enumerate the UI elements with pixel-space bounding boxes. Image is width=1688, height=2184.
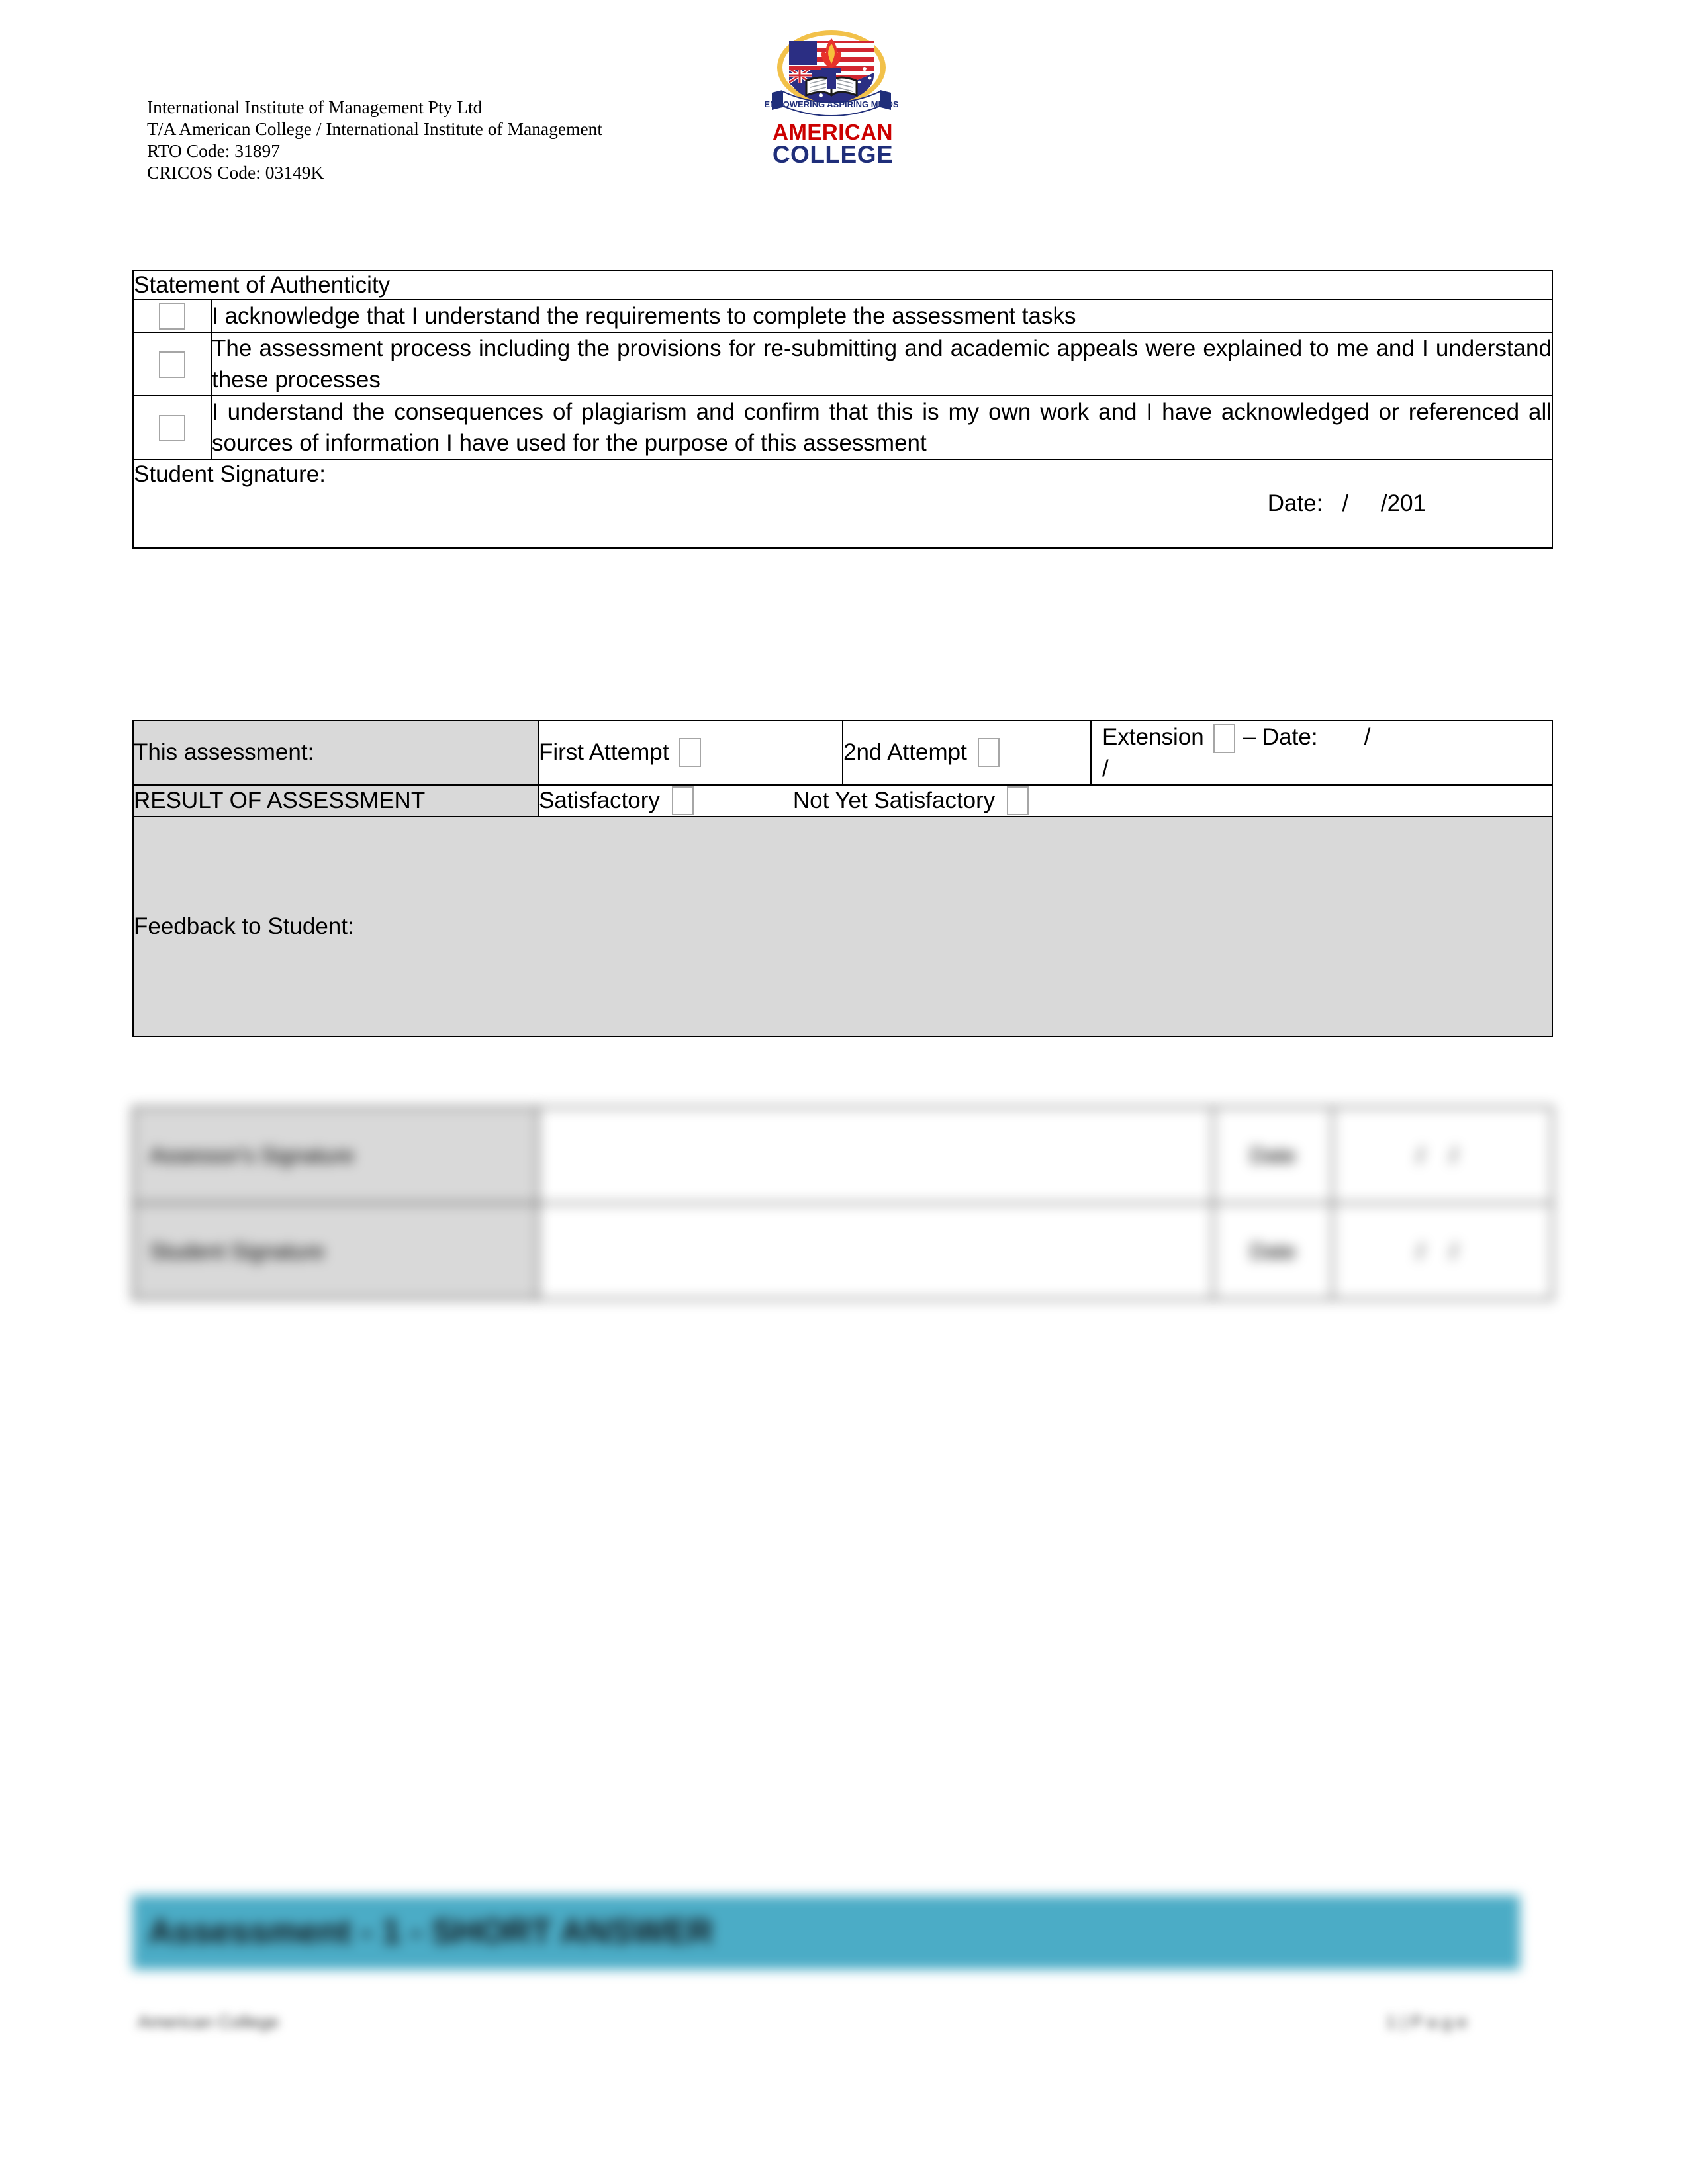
logo-word-american: AMERICAN <box>773 120 893 144</box>
table-row: I acknowledge that I understand the requ… <box>132 299 1553 333</box>
student-date-label: Date <box>1213 1203 1333 1300</box>
assessment-section-banner: Assessment - 1 - SHORT ANSWER <box>132 1895 1520 1970</box>
assessor-date-label: Date <box>1213 1107 1333 1204</box>
statement-checkbox-cell-3[interactable] <box>132 395 212 460</box>
satisfactory-label: Satisfactory <box>539 787 660 813</box>
checkbox-plagiarism-own-work[interactable] <box>159 414 185 441</box>
table-row: Assessor's Signature Date / / <box>132 1107 1553 1204</box>
second-attempt-label: 2nd Attempt <box>843 739 967 766</box>
logo-word-college: COLLEGE <box>772 141 894 168</box>
page-footer: American College 1 | P a g e <box>132 2012 1553 2052</box>
checkbox-acknowledge-requirements[interactable] <box>159 303 185 330</box>
table-row-attempt: This assessment: First Attempt 2nd Attem… <box>132 720 1553 786</box>
cricos-code-line: CRICOS Code: 03149K <box>147 162 324 183</box>
table-row: Student Signature Date / / <box>132 1203 1553 1300</box>
assessor-signature-value[interactable] <box>538 1107 1214 1204</box>
table-row: I understand the consequences of plagiar… <box>132 395 1553 460</box>
assessment-section-title: Assessment - 1 - SHORT ANSWER <box>148 1913 714 1951</box>
checkbox-satisfactory[interactable] <box>671 786 694 815</box>
checkbox-first-attempt[interactable] <box>679 738 702 768</box>
result-of-assessment-table: This assessment: First Attempt 2nd Attem… <box>132 720 1553 1037</box>
result-of-assessment-label: RESULT OF ASSESSMENT <box>132 784 539 817</box>
checkbox-assessment-process-explained[interactable] <box>159 351 185 378</box>
trading-name-line: T/A American College / International Ins… <box>147 118 603 139</box>
table-row-feedback: Feedback to Student: <box>132 815 1553 1037</box>
statement-of-authenticity-table: Statement of Authenticity I acknowledge … <box>132 270 1553 549</box>
satisfactory-option[interactable]: Satisfactory <box>539 786 694 816</box>
first-attempt-cell[interactable]: First Attempt <box>538 720 843 786</box>
table-row-signature: Student Signature: Date: / /201 <box>132 459 1553 549</box>
student-signature-label: Student Signature: <box>134 461 326 487</box>
extension-date-label: – Date: <box>1243 724 1318 750</box>
institution-name-line: International Institute of Management Pt… <box>147 97 483 117</box>
not-yet-satisfactory-label: Not Yet Satisfactory <box>792 787 996 813</box>
feedback-to-student-label: Feedback to Student: <box>134 913 354 939</box>
student-signature-cell[interactable]: Student Signature: Date: / /201 <box>132 459 1553 549</box>
checkbox-second-attempt[interactable] <box>977 738 1000 768</box>
signature-rows-blurred: Assessor's Signature Date / / Student Si… <box>132 1107 1553 1300</box>
result-options-cell[interactable]: Satisfactory Not Yet Satisfactory <box>538 784 1553 817</box>
table-row-result: RESULT OF ASSESSMENT Satisfactory Not Ye… <box>132 784 1553 817</box>
table-row: The assessment process including the pro… <box>132 332 1553 396</box>
table-row-title: Statement of Authenticity <box>132 270 1553 300</box>
college-crest-icon: EMPOWERING ASPIRING MINDS <box>765 30 898 116</box>
student-date-value[interactable]: / / <box>1332 1203 1553 1300</box>
extension-date-value2[interactable]: / <box>1102 756 1109 782</box>
extension-label: Extension <box>1102 724 1204 750</box>
checkbox-not-yet-satisfactory[interactable] <box>1007 786 1029 815</box>
institution-details: International Institute of Management Pt… <box>147 96 602 183</box>
feedback-to-student-cell[interactable]: Feedback to Student: <box>132 815 1553 1037</box>
rto-code-line: RTO Code: 31897 <box>147 140 281 161</box>
statement-text-3: I understand the consequences of plagiar… <box>211 395 1553 460</box>
statement-title: Statement of Authenticity <box>132 270 1553 300</box>
signature-date-label: Date: <box>1267 490 1323 516</box>
signature-rows-table: Assessor's Signature Date / / Student Si… <box>132 1107 1553 1300</box>
checkbox-extension[interactable] <box>1213 723 1235 753</box>
extension-date-value[interactable]: / <box>1364 724 1371 750</box>
assessor-date-value[interactable]: / / <box>1332 1107 1553 1204</box>
second-attempt-cell[interactable]: 2nd Attempt <box>842 720 1092 786</box>
student-signature-row-label: Student Signature <box>132 1203 539 1300</box>
statement-text-2: The assessment process including the pro… <box>211 332 1553 396</box>
logo-motto-text: EMPOWERING ASPIRING MINDS <box>765 99 898 109</box>
statement-checkbox-cell-1[interactable] <box>132 299 212 333</box>
document-page: International Institute of Management Pt… <box>0 0 1688 2184</box>
statement-checkbox-cell-2[interactable] <box>132 332 212 396</box>
extension-cell[interactable]: Extension – Date: / / <box>1090 720 1553 786</box>
this-assessment-label: This assessment: <box>132 720 539 786</box>
assessor-signature-label: Assessor's Signature <box>132 1107 539 1204</box>
student-signature-row-value[interactable] <box>538 1203 1214 1300</box>
footer-page-number: 1 | P a g e <box>1385 2012 1467 2032</box>
document-header: International Institute of Management Pt… <box>0 0 1688 218</box>
signature-date-value[interactable]: / /201 <box>1342 490 1426 516</box>
statement-text-1: I acknowledge that I understand the requ… <box>211 299 1553 333</box>
first-attempt-label: First Attempt <box>539 739 669 766</box>
american-college-logo: EMPOWERING ASPIRING MINDS AMERICAN COLLE… <box>747 26 919 172</box>
not-yet-satisfactory-option[interactable]: Not Yet Satisfactory <box>793 786 1029 816</box>
footer-organisation: American College <box>138 2012 279 2032</box>
